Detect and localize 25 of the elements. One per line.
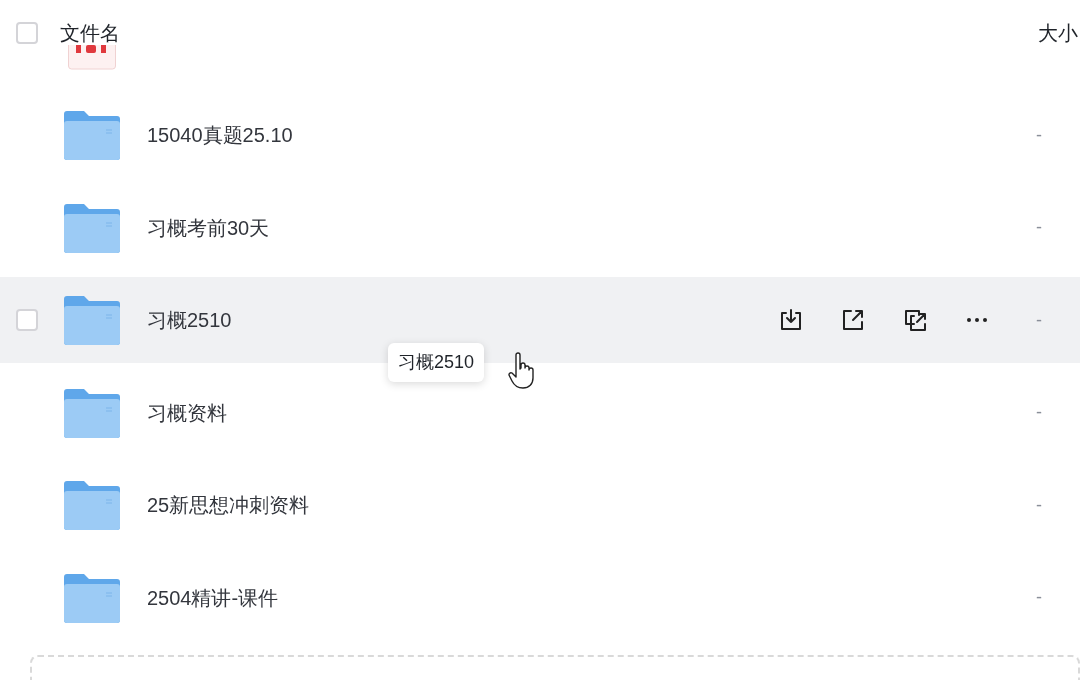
checkbox[interactable] [16, 22, 38, 44]
file-size: - [1036, 586, 1043, 610]
file-name[interactable]: 15040真题25.10 [147, 120, 293, 151]
folder-icon [64, 295, 120, 346]
file-name[interactable]: 2504精讲-课件 [147, 582, 279, 613]
pdf-file-icon [68, 45, 116, 70]
folder-icon [64, 110, 120, 161]
folder-icon [64, 387, 120, 438]
file-name[interactable]: 习概考前30天 [147, 212, 270, 243]
file-name[interactable]: 25新思想冲刺资料 [147, 490, 310, 521]
file-size: - [1036, 308, 1043, 332]
file-name[interactable]: 习概2510 [147, 305, 232, 336]
file-size: - [1036, 401, 1043, 425]
open-external-icon[interactable] [902, 307, 928, 334]
file-name[interactable]: 习概资料 [147, 397, 227, 428]
file-size: - [1036, 216, 1043, 240]
column-header[interactable]: 大小 [1038, 22, 1080, 44]
folder-icon [64, 572, 120, 623]
file-size: - [1036, 493, 1043, 517]
column-header[interactable]: 文件名 [60, 22, 120, 44]
file-size: - [1036, 123, 1043, 147]
checkbox[interactable] [16, 309, 38, 332]
tooltip: 习概2510 [388, 343, 485, 382]
folder-icon [64, 480, 120, 531]
folder-icon [64, 202, 120, 253]
